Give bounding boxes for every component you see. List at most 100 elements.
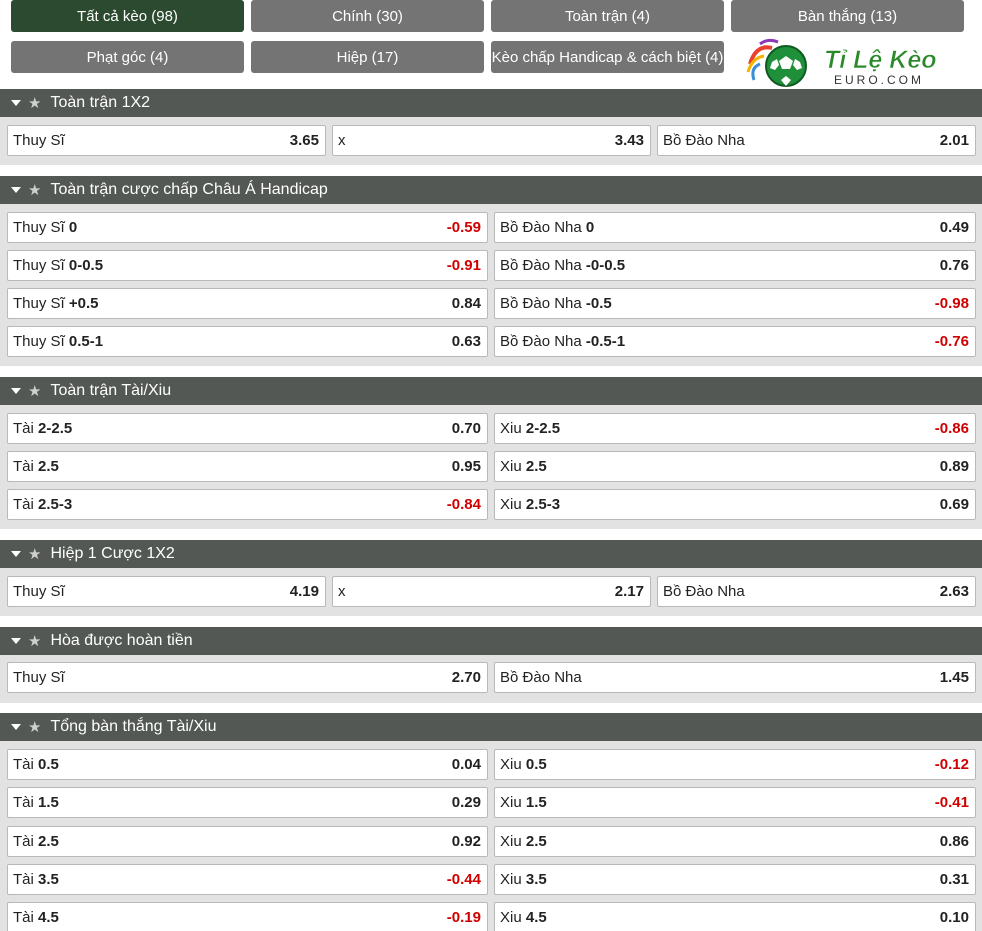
selection-label: Tài 3.5 xyxy=(13,871,59,888)
selection-label: Bồ Đào Nha -0-0.5 xyxy=(500,257,625,274)
selection-team: Thuy Sĩ xyxy=(13,132,65,149)
selection-line: -0-0.5 xyxy=(585,257,626,274)
section-title: Toàn trận cược chấp Châu Á Handicap xyxy=(50,181,328,198)
odds-cell[interactable]: Xiu 0.5 -0.12 xyxy=(494,749,976,780)
selection-line: 2.5 xyxy=(525,458,547,475)
odds-cell[interactable]: Bồ Đào Nha -0-0.5 0.76 xyxy=(494,250,976,281)
selection-team: Thuy Sĩ xyxy=(13,669,65,686)
tab-goals[interactable]: Bàn thắng (13) xyxy=(731,0,964,32)
selection-team: Bồ Đào Nha xyxy=(500,219,582,236)
odds-cell[interactable]: x 2.17 xyxy=(332,576,651,607)
selection-team: Xiu xyxy=(500,909,522,926)
section-header[interactable]: ★ Toàn trận 1X2 xyxy=(0,89,982,117)
odds-cell[interactable]: Thuy Sĩ +0.5 0.84 xyxy=(7,288,488,319)
selection-team: Xiu xyxy=(500,496,522,513)
odds-value: 0.63 xyxy=(451,333,481,350)
selection-team: x xyxy=(338,132,346,149)
odds-cell[interactable]: Thuy Sĩ 0 -0.59 xyxy=(7,212,488,243)
odds-value: 0.69 xyxy=(939,496,969,513)
selection-line: 2-2.5 xyxy=(525,420,561,437)
selection-label: Thuy Sĩ 0 xyxy=(13,219,77,236)
caret-down-icon[interactable] xyxy=(11,388,21,394)
odds-cell[interactable]: Tài 4.5 -0.19 xyxy=(7,902,488,931)
selection-team: Tài xyxy=(13,420,34,437)
tab-corners[interactable]: Phạt góc (4) xyxy=(11,41,244,73)
section-title: Tổng bàn thắng Tài/Xiu xyxy=(50,718,217,735)
selection-team: Thuy Sĩ xyxy=(13,295,65,312)
odds-cell[interactable]: Tài 2-2.5 0.70 xyxy=(7,413,488,444)
star-icon[interactable]: ★ xyxy=(28,94,41,112)
tab-halves[interactable]: Hiệp (17) xyxy=(251,41,484,73)
selection-team: Xiu xyxy=(500,871,522,888)
odds-cell[interactable]: Bồ Đào Nha -0.5 -0.98 xyxy=(494,288,976,319)
odds-value: -0.41 xyxy=(934,794,969,811)
selection-label: Xiu 3.5 xyxy=(500,871,547,888)
selection-label: Tài 4.5 xyxy=(13,909,59,926)
selection-team: Xiu xyxy=(500,794,522,811)
section-header[interactable]: ★ Tổng bàn thắng Tài/Xiu xyxy=(0,713,982,741)
selection-label: Bồ Đào Nha xyxy=(663,583,745,600)
odds-cell[interactable]: Tài 1.5 0.29 xyxy=(7,787,488,818)
odds-cell[interactable]: Thuy Sĩ 0-0.5 -0.91 xyxy=(7,250,488,281)
selection-line: 4.5 xyxy=(525,909,547,926)
caret-down-icon[interactable] xyxy=(11,187,21,193)
odds-cell[interactable]: Xiu 4.5 0.10 xyxy=(494,902,976,931)
selection-label: x xyxy=(338,583,346,600)
caret-down-icon[interactable] xyxy=(11,551,21,557)
selection-line: 1.5 xyxy=(525,794,547,811)
odds-cell[interactable]: Thuy Sĩ 2.70 xyxy=(7,662,488,693)
odds-cell[interactable]: Tài 2.5 0.92 xyxy=(7,826,488,857)
caret-down-icon[interactable] xyxy=(11,638,21,644)
odds-cell[interactable]: Bồ Đào Nha -0.5-1 -0.76 xyxy=(494,326,976,357)
tab-main[interactable]: Chính (30) xyxy=(251,0,484,32)
odds-cell[interactable]: Tài 2.5-3 -0.84 xyxy=(7,489,488,520)
odds-cell[interactable]: Tài 3.5 -0.44 xyxy=(7,864,488,895)
odds-cell[interactable]: Xiu 1.5 -0.41 xyxy=(494,787,976,818)
odds-value: 0.70 xyxy=(451,420,481,437)
odds-cell[interactable]: Thuy Sĩ 0.5-1 0.63 xyxy=(7,326,488,357)
section-header[interactable]: ★ Toàn trận Tài/Xiu xyxy=(0,377,982,405)
odds-value: 3.65 xyxy=(289,132,319,149)
odds-value: -0.19 xyxy=(446,909,481,926)
odds-cell[interactable]: Tài 0.5 0.04 xyxy=(7,749,488,780)
svg-text:Tỉ Lệ Kèo: Tỉ Lệ Kèo xyxy=(824,46,937,74)
odds-cell[interactable]: Xiu 2-2.5 -0.86 xyxy=(494,413,976,444)
tab-full-match[interactable]: Toàn trận (4) xyxy=(491,0,724,32)
tab-handicap-margin[interactable]: Kèo chấp Handicap & cách biệt (4) xyxy=(491,41,724,73)
odds-value: -0.12 xyxy=(934,756,969,773)
selection-line: 0 xyxy=(68,219,78,236)
odds-value: 0.29 xyxy=(451,794,481,811)
selection-line: 2.5 xyxy=(38,833,59,850)
star-icon[interactable]: ★ xyxy=(28,181,41,199)
odds-cell[interactable]: Xiu 2.5-3 0.69 xyxy=(494,489,976,520)
odds-cell[interactable]: Bồ Đào Nha 2.63 xyxy=(657,576,976,607)
section-header[interactable]: ★ Toàn trận cược chấp Châu Á Handicap xyxy=(0,176,982,204)
star-icon[interactable]: ★ xyxy=(28,718,41,736)
odds-cell[interactable]: Thuy Sĩ 3.65 xyxy=(7,125,326,156)
star-icon[interactable]: ★ xyxy=(28,545,41,563)
selection-team: Bồ Đào Nha xyxy=(500,257,582,274)
caret-down-icon[interactable] xyxy=(11,100,21,106)
odds-cell[interactable]: Xiu 3.5 0.31 xyxy=(494,864,976,895)
tab-all[interactable]: Tất cả kèo (98) xyxy=(11,0,244,32)
selection-label: Bồ Đào Nha -0.5 xyxy=(500,295,612,312)
odds-value: -0.86 xyxy=(934,420,969,437)
odds-cell[interactable]: Bồ Đào Nha 0 0.49 xyxy=(494,212,976,243)
section-header[interactable]: ★ Hòa được hoàn tiền xyxy=(0,627,982,655)
odds-cell[interactable]: Thuy Sĩ 4.19 xyxy=(7,576,326,607)
selection-line: -0.5-1 xyxy=(585,333,626,350)
section-header[interactable]: ★ Hiệp 1 Cược 1X2 xyxy=(0,540,982,568)
odds-cell[interactable]: Bồ Đào Nha 2.01 xyxy=(657,125,976,156)
odds-cell[interactable]: Xiu 2.5 0.89 xyxy=(494,451,976,482)
star-icon[interactable]: ★ xyxy=(28,632,41,650)
odds-value: 0.31 xyxy=(939,871,969,888)
selection-label: Tài 1.5 xyxy=(13,794,59,811)
odds-cell[interactable]: x 3.43 xyxy=(332,125,651,156)
odds-cell[interactable]: Xiu 2.5 0.86 xyxy=(494,826,976,857)
odds-cell[interactable]: Tài 2.5 0.95 xyxy=(7,451,488,482)
star-icon[interactable]: ★ xyxy=(28,382,41,400)
selection-team: Tài xyxy=(13,833,34,850)
odds-value: 0.92 xyxy=(451,833,481,850)
caret-down-icon[interactable] xyxy=(11,724,21,730)
odds-cell[interactable]: Bồ Đào Nha 1.45 xyxy=(494,662,976,693)
